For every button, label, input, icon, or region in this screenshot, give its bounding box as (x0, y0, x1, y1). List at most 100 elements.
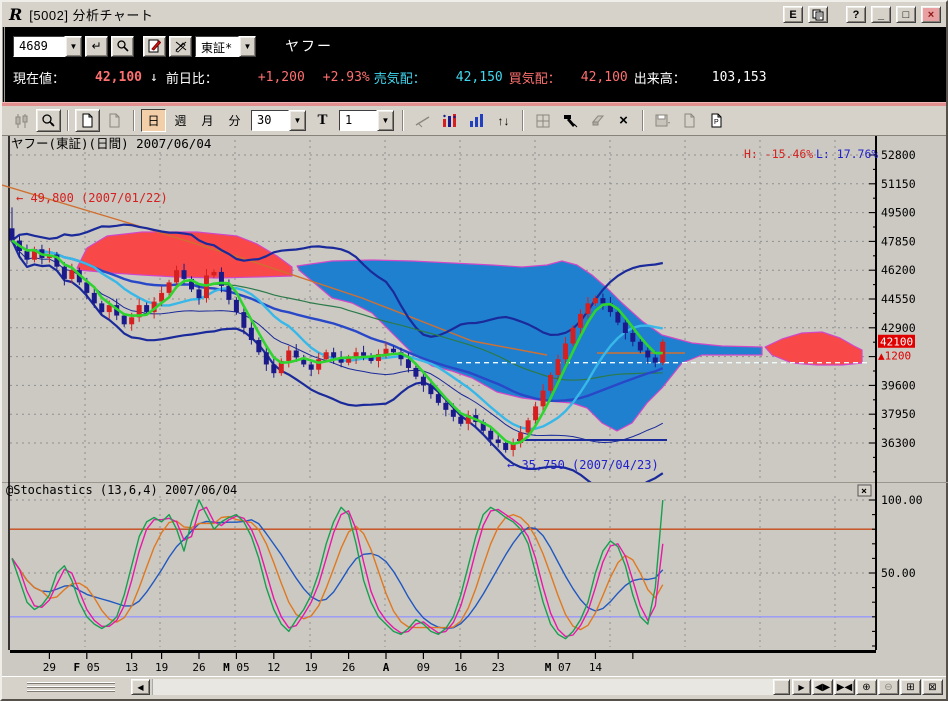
chevron-down-icon[interactable]: ▼ (239, 36, 256, 57)
page-dim2-icon (683, 113, 696, 128)
svg-text:39600: 39600 (881, 378, 916, 392)
period-day-button[interactable]: 日 (141, 109, 166, 132)
volume-label: 出来高： (634, 68, 686, 87)
blue-bars-icon (469, 113, 484, 128)
volume-value: 103,153 (712, 70, 767, 85)
zoom-select-button[interactable] (36, 109, 61, 132)
close-button[interactable]: × (921, 6, 941, 23)
bid-label: 買気配： (509, 68, 561, 87)
trendline-icon (415, 114, 431, 128)
new-page-button[interactable] (75, 109, 100, 132)
svg-text:A: A (383, 661, 390, 674)
bottom-scrollbar: ◀ ▶ ◀▶ ▶◀ ⊕ ⊖ ⊞ ⊠ (2, 676, 946, 697)
candlestick-mode-icon[interactable] (9, 109, 34, 132)
volume-bars-button[interactable] (464, 109, 489, 132)
change-value: +1,200 (258, 70, 305, 85)
bid-value: 42,100 (581, 70, 628, 85)
chevron-down-icon[interactable]: ▼ (65, 36, 82, 57)
scrollbar-thumb[interactable] (773, 679, 790, 695)
app-logo-icon: R (7, 7, 24, 23)
period-month-button[interactable]: 月 (195, 109, 220, 132)
stochastics-chart[interactable]: 100.0050.00@Stochastics (13,6,4) 2007/06… (2, 482, 948, 650)
close-subpanel-button[interactable]: ⊠ (922, 679, 943, 695)
period-week-button[interactable]: 週 (168, 109, 193, 132)
clear-all-button[interactable]: × (611, 109, 636, 132)
svg-text:09: 09 (417, 661, 430, 674)
chart-toolbar: 日 週 月 分 30 ▼ T 1 ▼ ↑↓ (2, 106, 946, 135)
collapse-horizontal-button[interactable]: ▶◀ (834, 679, 855, 695)
svg-text:19: 19 (305, 661, 318, 674)
stochastics-panel[interactable]: 100.0050.00@Stochastics (13,6,4) 2007/06… (2, 482, 946, 650)
eraser-button[interactable] (584, 109, 609, 132)
svg-text:46200: 46200 (881, 263, 916, 277)
exchange-value[interactable]: 東証* (195, 36, 239, 57)
svg-text:47850: 47850 (881, 234, 916, 248)
text-tool-button[interactable]: T (310, 109, 335, 132)
resize-grip[interactable] (27, 682, 115, 692)
svg-text:▲1200: ▲1200 (878, 349, 911, 362)
copy-page-button[interactable] (102, 109, 127, 132)
settings-tool-button[interactable] (557, 109, 582, 132)
svg-text:42100: 42100 (880, 335, 913, 348)
svg-text:29: 29 (43, 661, 56, 674)
eraser-icon (589, 114, 605, 127)
draw-off-button[interactable] (169, 36, 192, 57)
minimize-button[interactable]: _ (871, 6, 891, 23)
svg-text:52800: 52800 (881, 148, 916, 162)
magnifier-arrow-icon (41, 113, 57, 129)
help-button[interactable]: ? (846, 6, 866, 23)
copy-icon[interactable] (808, 6, 828, 23)
zoom-in-button[interactable]: ⊕ (856, 679, 877, 695)
page-p-icon: P (710, 113, 724, 128)
scrollbar-track[interactable] (152, 679, 790, 695)
title-bar: R [5002] 分析チャート E ? _ □ × (2, 2, 946, 27)
svg-text:×: × (861, 486, 867, 497)
maximize-button[interactable]: □ (896, 6, 916, 23)
svg-text:19: 19 (155, 661, 168, 674)
analysis-chart-window: R [5002] 分析チャート E ? _ □ × 4689 ▼ ↵ (0, 0, 948, 701)
indicator-overlay-button[interactable] (437, 109, 462, 132)
main-chart-panel[interactable]: ← 49,800 (2007/01/22)← 35,750 (2007/04/2… (2, 135, 946, 482)
print-setup-button[interactable]: P (704, 109, 729, 132)
symbol-code-combo[interactable]: 4689 ▼ (13, 36, 82, 57)
line-width-value[interactable]: 1 (339, 110, 377, 131)
scroll-left-button[interactable]: ◀ (131, 679, 150, 695)
zoom-out-button[interactable]: ⊖ (878, 679, 899, 695)
svg-text:← 35,750 (2007/04/23): ← 35,750 (2007/04/23) (507, 458, 659, 472)
search-icon (116, 39, 130, 53)
hammer-icon (562, 113, 578, 128)
svg-text:23: 23 (492, 661, 505, 674)
scroll-right-button[interactable]: ▶ (792, 679, 811, 695)
print-page-button[interactable] (677, 109, 702, 132)
edit-page-icon (148, 39, 161, 53)
symbol-code-value[interactable]: 4689 (13, 36, 65, 57)
quote-row: 現在値： 42,100 ↓ 前日比： +1,200 +2.93% 売気配： 42… (5, 62, 946, 92)
svg-text:13: 13 (125, 661, 138, 674)
svg-text:44550: 44550 (881, 292, 916, 306)
chevron-down-icon[interactable]: ▼ (289, 110, 306, 131)
period-minute-button[interactable]: 分 (222, 109, 247, 132)
exchange-combo[interactable]: 東証* ▼ (195, 36, 256, 57)
minute-interval-value[interactable]: 30 (251, 110, 289, 131)
tick-direction-icon: ↓ (150, 70, 158, 85)
main-chart[interactable]: ← 49,800 (2007/01/22)← 35,750 (2007/04/2… (2, 136, 948, 483)
chevron-down-icon[interactable]: ▼ (377, 110, 394, 131)
grid-toggle-button[interactable] (530, 109, 555, 132)
close-stoch-button[interactable]: × (858, 485, 871, 497)
memo-edit-button[interactable] (143, 36, 166, 57)
svg-text:12: 12 (267, 661, 280, 674)
external-link-button[interactable]: E (783, 6, 803, 23)
symbol-search-button[interactable] (111, 36, 134, 57)
enter-button[interactable]: ↵ (85, 36, 108, 57)
svg-text:16: 16 (454, 661, 467, 674)
expand-horizontal-button[interactable]: ◀▶ (812, 679, 833, 695)
trendline-tool-icon[interactable] (410, 109, 435, 132)
svg-text:37950: 37950 (881, 407, 916, 421)
change-pct-value: +2.93% (323, 70, 370, 85)
line-width-combo[interactable]: 1 ▼ (339, 110, 394, 131)
svg-text:14: 14 (589, 661, 603, 674)
save-button[interactable] (650, 109, 675, 132)
sort-updown-button[interactable]: ↑↓ (491, 109, 516, 132)
grid-view-button[interactable]: ⊞ (900, 679, 921, 695)
minute-interval-combo[interactable]: 30 ▼ (251, 110, 306, 131)
